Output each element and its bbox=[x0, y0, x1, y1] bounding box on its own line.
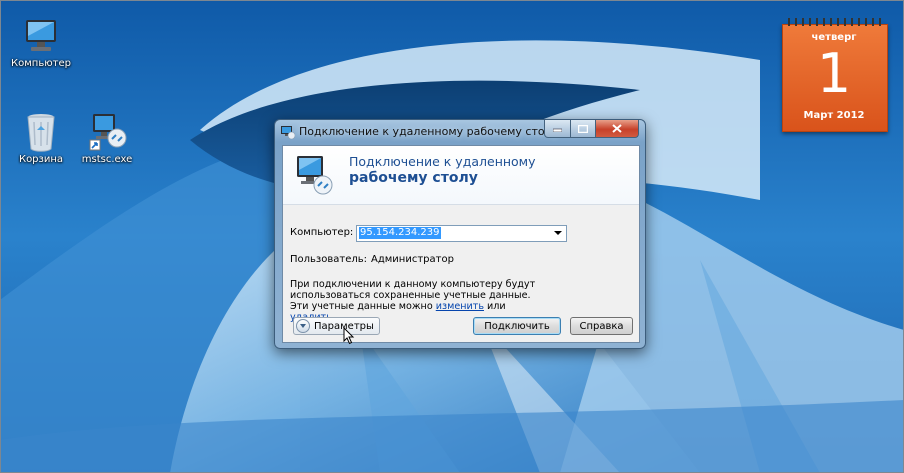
desktop-icon-recycle-bin[interactable]: Корзина bbox=[6, 112, 76, 165]
help-button[interactable]: Справка bbox=[570, 317, 633, 335]
minimize-icon bbox=[553, 128, 562, 132]
desktop-icon-label: mstsc.exe bbox=[81, 154, 133, 165]
remote-desktop-icon bbox=[281, 126, 295, 139]
user-label: Пользователь: bbox=[290, 254, 368, 265]
options-button[interactable]: Параметры bbox=[293, 317, 380, 335]
window-title: Подключение к удаленному рабочему столу bbox=[299, 125, 559, 138]
header-banner: Подключение к удаленному рабочему столу bbox=[283, 146, 639, 205]
remote-desktop-shortcut-icon bbox=[89, 114, 127, 151]
mouse-cursor-icon bbox=[343, 327, 355, 345]
caption-buttons bbox=[544, 120, 639, 138]
desktop-icon-label: Компьютер bbox=[11, 58, 71, 69]
maximize-button[interactable] bbox=[571, 120, 596, 138]
banner-title-line2: рабочему столу bbox=[349, 170, 478, 186]
banner-title-line1: Подключение к удаленному bbox=[349, 154, 536, 169]
remote-desktop-large-icon bbox=[297, 156, 333, 195]
close-icon bbox=[612, 124, 622, 133]
computer-icon bbox=[26, 20, 56, 51]
computer-label: Компьютер: bbox=[290, 227, 354, 238]
rdp-window: Подключение к удаленному рабочему столу bbox=[274, 119, 646, 349]
or-text: или bbox=[487, 301, 506, 312]
maximize-icon bbox=[578, 124, 588, 133]
computer-address-value[interactable]: 95.154.234.239 bbox=[359, 227, 441, 239]
connect-button[interactable]: Подключить bbox=[473, 317, 561, 335]
calendar-month-year: Март 2012 bbox=[803, 110, 865, 121]
close-button[interactable] bbox=[596, 120, 639, 138]
recycle-bin-icon bbox=[27, 114, 55, 152]
chevron-down-icon[interactable] bbox=[554, 231, 562, 235]
desktop: Компьютер Корзина mstsc.exe четверг 1 Ма… bbox=[0, 0, 904, 473]
calendar-binding-rings bbox=[788, 18, 881, 26]
calendar-day-number: 1 bbox=[816, 42, 852, 105]
edit-credentials-link[interactable]: изменить bbox=[436, 301, 484, 312]
calendar-gadget[interactable]: четверг 1 Март 2012 bbox=[782, 18, 888, 132]
desktop-icon-mstsc[interactable]: mstsc.exe bbox=[72, 112, 142, 165]
window-client-area: Подключение к удаленному рабочему столу … bbox=[282, 145, 640, 343]
computer-combobox[interactable]: 95.154.234.239 bbox=[356, 225, 567, 242]
user-value: Администратор bbox=[371, 254, 454, 265]
desktop-icon-label: Корзина bbox=[18, 154, 64, 165]
window-titlebar[interactable]: Подключение к удаленному рабочему столу bbox=[275, 120, 645, 144]
desktop-icon-computer[interactable]: Компьютер bbox=[6, 18, 76, 69]
minimize-button[interactable] bbox=[544, 120, 571, 138]
expand-options-icon bbox=[296, 319, 310, 333]
